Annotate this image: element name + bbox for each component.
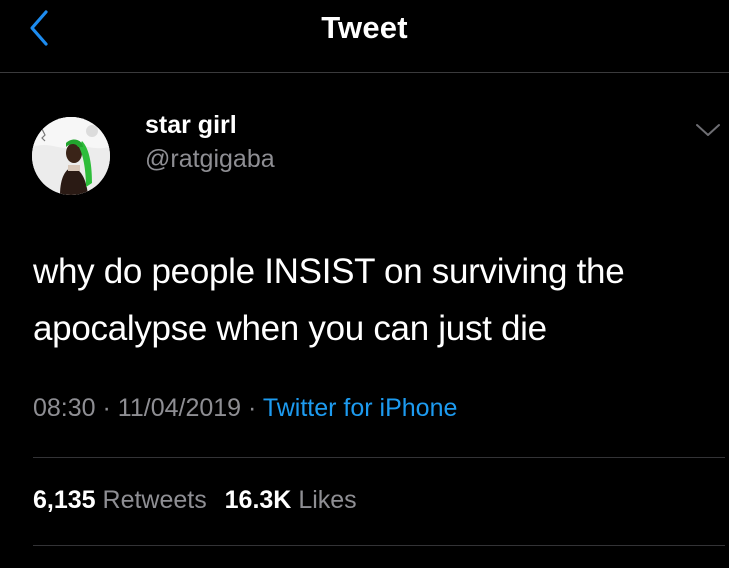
- likes-count: 16.3K: [224, 486, 292, 514]
- meta-separator: ·: [248, 394, 257, 422]
- retweets-count: 6,135: [33, 486, 96, 514]
- tweet-metadata: 08:30 · 11/04/2019 · Twitter for iPhone: [33, 394, 457, 423]
- tweet-text: why do people INSIST on surviving the ap…: [33, 243, 713, 357]
- navigation-bar: Tweet: [0, 0, 729, 73]
- likes-stat[interactable]: 16.3K Likes: [225, 486, 357, 514]
- meta-separator: ·: [102, 394, 111, 422]
- divider: [33, 457, 725, 458]
- tweet-stats: 6,135 Retweets 16.3K Likes: [33, 486, 357, 515]
- tweet-options-button[interactable]: [694, 120, 722, 140]
- author-display-name[interactable]: star girl: [145, 111, 237, 140]
- tweet-text-line: why do people INSIST on surviving the: [33, 252, 625, 291]
- profile-photo: [32, 117, 110, 195]
- tweet-date: 11/04/2019: [117, 394, 242, 422]
- tweet-time: 08:30: [33, 394, 96, 422]
- author-handle[interactable]: @ratgigaba: [145, 145, 275, 174]
- chevron-down-icon: [696, 124, 720, 136]
- retweets-label: Retweets: [102, 486, 207, 514]
- avatar[interactable]: [32, 117, 110, 195]
- page-title: Tweet: [321, 10, 408, 45]
- retweets-stat[interactable]: 6,135 Retweets: [33, 486, 214, 514]
- tweet-text-line: apocalypse when you can just die: [33, 309, 547, 348]
- tweet-source-link[interactable]: Twitter for iPhone: [263, 394, 458, 422]
- likes-label: Likes: [298, 486, 357, 514]
- divider: [33, 545, 725, 546]
